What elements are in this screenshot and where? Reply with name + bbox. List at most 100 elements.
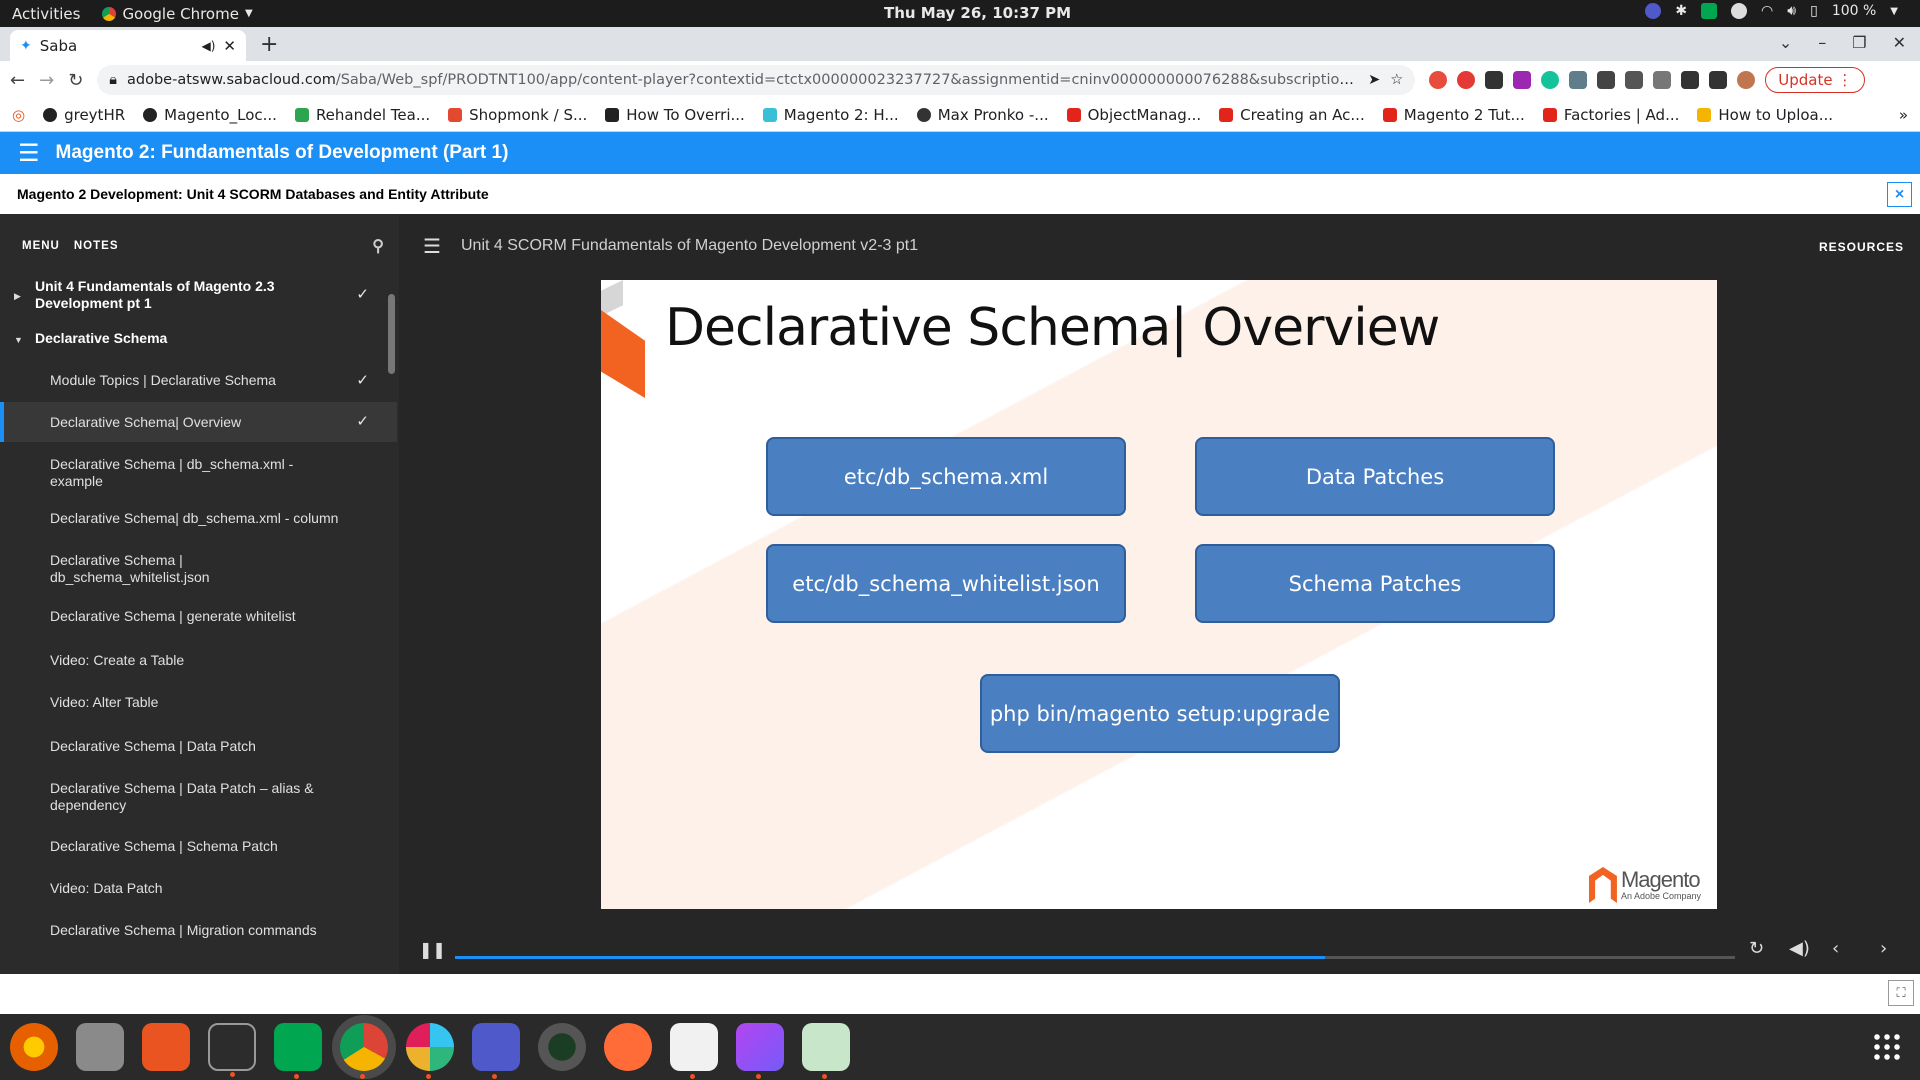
slide-button-schema-patches[interactable]: Schema Patches bbox=[1195, 544, 1555, 623]
close-player-button[interactable]: × bbox=[1887, 182, 1912, 207]
extension-icon[interactable] bbox=[1597, 71, 1616, 89]
restore-icon[interactable]: ❐ bbox=[1852, 33, 1866, 52]
chat-icon[interactable] bbox=[274, 1023, 322, 1079]
st-extension-icon[interactable] bbox=[1513, 71, 1532, 89]
more-bookmarks-button[interactable]: » bbox=[1899, 106, 1908, 124]
sidebar-item-unit-4[interactable]: ▶ Unit 4 Fundamentals of Magento 2.3 Dev… bbox=[0, 274, 397, 318]
resources-button[interactable]: RESOURCES bbox=[1819, 240, 1904, 254]
slack-tray-icon[interactable]: ✱ bbox=[1675, 3, 1687, 19]
apps-icon[interactable]: ◎ bbox=[12, 106, 25, 124]
extension-icon[interactable] bbox=[1625, 71, 1644, 89]
bookmark-item[interactable]: How To Overri... bbox=[605, 106, 745, 124]
sidebar-item[interactable]: Video: Alter Table bbox=[0, 682, 397, 726]
search-icon[interactable]: ⚲ bbox=[372, 236, 385, 256]
send-icon[interactable]: ➤ bbox=[1368, 72, 1380, 88]
bookmark-item[interactable]: Rehandel Tea... bbox=[294, 106, 430, 124]
text-editor-icon[interactable] bbox=[670, 1023, 718, 1079]
bookmark-item[interactable]: Factories | Ad... bbox=[1542, 106, 1679, 124]
files-icon[interactable] bbox=[76, 1023, 124, 1071]
bookmark-item[interactable]: greytHR bbox=[43, 106, 125, 124]
tab-notes[interactable]: NOTES bbox=[74, 240, 119, 252]
globe-icon[interactable] bbox=[1731, 3, 1748, 19]
firefox-icon[interactable] bbox=[10, 1023, 58, 1071]
tab-close-icon[interactable]: ✕ bbox=[223, 37, 236, 55]
news-extension-icon[interactable] bbox=[1485, 71, 1504, 89]
address-bar[interactable]: 🔒︎ adobe-atsww.sabacloud.com/Saba/Web_sp… bbox=[97, 65, 1416, 95]
camera-icon[interactable] bbox=[538, 1023, 586, 1071]
reload-icon[interactable]: ↻ bbox=[68, 70, 83, 91]
progress-track[interactable] bbox=[455, 956, 1735, 959]
minimize-icon[interactable]: – bbox=[1818, 33, 1826, 52]
slide-button-db-schema[interactable]: etc/db_schema.xml bbox=[766, 437, 1126, 516]
sidebar-item[interactable]: Declarative Schema| db_schema.xml - colu… bbox=[0, 498, 397, 540]
sidebar-item[interactable]: Declarative Schema | Schema Patch bbox=[0, 826, 397, 868]
app-menu[interactable]: Google Chrome ▼ bbox=[102, 5, 253, 23]
next-icon[interactable]: › bbox=[1880, 938, 1887, 959]
update-button[interactable]: Update ⋮ bbox=[1765, 67, 1866, 93]
adblock-icon[interactable] bbox=[1457, 71, 1476, 89]
extension-icon[interactable] bbox=[1569, 71, 1588, 89]
terminal-icon[interactable] bbox=[208, 1023, 256, 1077]
sidebar-scrollbar[interactable] bbox=[388, 294, 395, 374]
bookmark-item[interactable]: Magento_Loc... bbox=[143, 106, 277, 124]
bookmark-item[interactable]: How to Uploa... bbox=[1697, 106, 1833, 124]
sidebar-item-declarative-schema[interactable]: ▼ Declarative Schema bbox=[0, 318, 397, 360]
system-tray[interactable]: ✱ ◠ 🔊︎ ▯ 100 % ▼ bbox=[1645, 3, 1898, 19]
back-icon[interactable]: ← bbox=[10, 70, 25, 91]
forward-icon[interactable]: → bbox=[39, 70, 54, 91]
grammarly-icon[interactable] bbox=[1541, 71, 1560, 89]
teams-icon[interactable] bbox=[472, 1023, 520, 1079]
bookmark-item[interactable]: Magento 2: H... bbox=[762, 106, 899, 124]
teams-tray-icon[interactable] bbox=[1645, 3, 1662, 19]
sidebar-item[interactable]: Declarative Schema | Data Patch bbox=[0, 726, 397, 768]
extension-icon[interactable] bbox=[1429, 71, 1448, 89]
close-window-icon[interactable]: ✕ bbox=[1893, 33, 1906, 52]
bookmark-item[interactable]: Creating an Ac... bbox=[1219, 106, 1365, 124]
bookmark-item[interactable]: ObjectManag... bbox=[1066, 106, 1201, 124]
software-icon[interactable] bbox=[142, 1023, 190, 1071]
side-panel-icon[interactable] bbox=[1709, 71, 1728, 89]
tab-menu[interactable]: MENU bbox=[22, 240, 60, 252]
chat-tray-icon[interactable] bbox=[1701, 3, 1718, 19]
activities-button[interactable]: Activities bbox=[12, 5, 80, 23]
bookmark-item[interactable]: Max Pronko -... bbox=[916, 106, 1049, 124]
puzzle-icon[interactable] bbox=[1681, 71, 1700, 89]
phpstorm-icon[interactable] bbox=[736, 1023, 784, 1079]
sidebar-item[interactable]: Declarative Schema | Data Patch – alias … bbox=[0, 768, 397, 826]
slide-button-data-patches[interactable]: Data Patches bbox=[1195, 437, 1555, 516]
bookmark-item[interactable]: Magento 2 Tut... bbox=[1382, 106, 1525, 124]
hamburger-menu-icon[interactable]: ☰ bbox=[423, 234, 441, 259]
volume-icon[interactable]: ◀︎) bbox=[1789, 938, 1810, 959]
pause-icon[interactable]: ❚❚ bbox=[419, 940, 446, 959]
slack-icon[interactable] bbox=[406, 1023, 454, 1079]
chrome-icon[interactable] bbox=[340, 1023, 388, 1079]
url-text[interactable]: adobe-atsww.sabacloud.com/Saba/Web_spf/P… bbox=[127, 72, 1358, 88]
show-apps-icon[interactable] bbox=[1872, 1032, 1902, 1062]
new-tab-button[interactable]: + bbox=[260, 32, 278, 57]
sidebar-item[interactable]: Video: Create a Table bbox=[0, 640, 397, 682]
tab-audio-icon[interactable]: ◀︎) bbox=[202, 39, 216, 53]
bookmark-item[interactable]: Shopmonk / S... bbox=[448, 106, 587, 124]
bookmark-star-icon[interactable]: ☆ bbox=[1390, 72, 1403, 88]
postman-icon[interactable] bbox=[604, 1023, 652, 1071]
sidebar-item[interactable]: Declarative Schema | db_schema.xml - exa… bbox=[0, 442, 397, 498]
hamburger-menu-icon[interactable]: ☰ bbox=[18, 139, 40, 167]
replay-icon[interactable]: ↻ bbox=[1749, 938, 1764, 959]
tab-saba[interactable]: ✦ Saba ◀︎) ✕ bbox=[10, 30, 246, 61]
avatar[interactable] bbox=[1737, 71, 1756, 89]
screenshot-icon[interactable] bbox=[802, 1023, 850, 1079]
sidebar-item-active[interactable]: Declarative Schema| Overview ✓ bbox=[0, 402, 397, 442]
sidebar-item[interactable]: Declarative Schema | generate whitelist bbox=[0, 596, 397, 640]
sidebar-item[interactable]: Declarative Schema | db_schema_whitelist… bbox=[0, 540, 397, 596]
fullscreen-icon[interactable]: ⛶ bbox=[1888, 980, 1914, 1006]
previous-icon[interactable]: ‹ bbox=[1832, 938, 1839, 959]
lock-icon[interactable]: 🔒︎ bbox=[109, 72, 117, 88]
sidebar-item[interactable]: Declarative Schema | Migration commands bbox=[0, 910, 397, 952]
extension-icon[interactable] bbox=[1653, 71, 1672, 89]
tab-search-icon[interactable]: ⌄ bbox=[1779, 33, 1792, 52]
clock[interactable]: Thu May 26, 10:37 PM bbox=[884, 4, 1071, 22]
sidebar-item[interactable]: Module Topics | Declarative Schema ✓ bbox=[0, 360, 397, 402]
slide-button-setup-upgrade[interactable]: php bin/magento setup:upgrade bbox=[980, 674, 1340, 753]
slide-button-db-schema-whitelist[interactable]: etc/db_schema_whitelist.json bbox=[766, 544, 1126, 623]
sidebar-item[interactable]: Video: Data Patch bbox=[0, 868, 397, 910]
